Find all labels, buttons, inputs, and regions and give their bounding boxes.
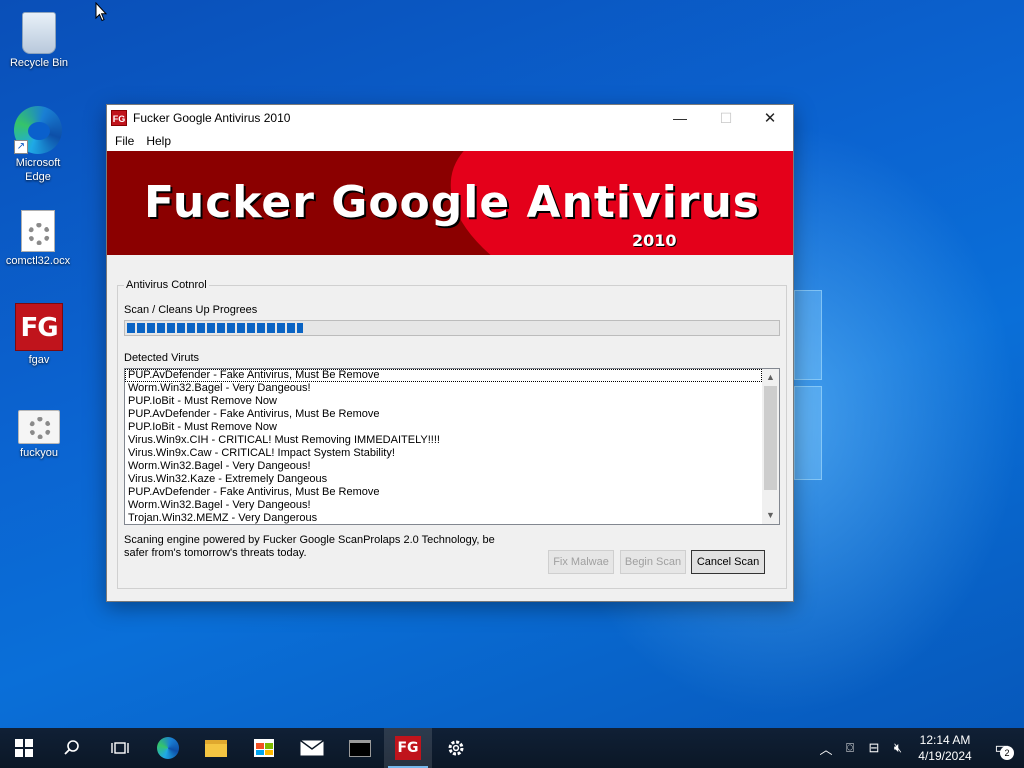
wallpaper-logo-pane [794, 386, 822, 480]
taskbar-terminal[interactable] [336, 728, 384, 768]
list-item[interactable]: PUP.AvDefender - Fake Antivirus, Must Be… [125, 369, 762, 382]
file-explorer-icon [205, 739, 227, 757]
desktop-icon-comctl32[interactable]: comctl32.ocx [0, 206, 76, 268]
fg-app-icon: FG [395, 736, 421, 760]
taskbar: FG ︿ ⌼ ⊟ 🔇︎ 12:14 AM 4/19/2024 ▭ 2 [0, 728, 1024, 768]
search-icon [64, 740, 79, 755]
fix-malware-button[interactable]: Fix Malwae [548, 550, 614, 574]
list-item[interactable]: Worm.Win32.Bagel - Very Dangeous! [125, 382, 762, 395]
taskbar-edge[interactable] [144, 728, 192, 768]
notification-count-badge: 2 [1000, 746, 1014, 760]
menu-file[interactable]: File [109, 134, 140, 148]
network-icon[interactable]: ⊟ [862, 740, 886, 756]
begin-scan-button[interactable]: Begin Scan [620, 550, 686, 574]
desktop-icon-fuckyou[interactable]: fuckyou [1, 400, 77, 460]
list-item[interactable]: Virus.Win32.Kaze - Extremely Dangeous [125, 473, 762, 486]
mouse-cursor-icon [95, 2, 107, 22]
antivirus-control-group: Antivirus Cotnrol Scan / Cleans Up Progr… [117, 279, 787, 589]
window-title: Fucker Google Antivirus 2010 [133, 111, 291, 125]
virus-list-items: PUP.AvDefender - Fake Antivirus, Must Be… [125, 369, 762, 524]
banner-year: 2010 [632, 231, 677, 250]
desktop-icon-recycle-bin[interactable]: Recycle Bin [1, 8, 77, 70]
start-button[interactable] [0, 728, 48, 768]
edge-icon [157, 737, 179, 759]
windows-logo-icon [15, 739, 33, 757]
scroll-up-icon[interactable]: ▲ [762, 369, 779, 386]
minimize-button[interactable]: — [657, 105, 703, 131]
recycle-bin-icon [22, 12, 56, 54]
list-item[interactable]: Trojan.Win32.MEMZ - Very Dangerous [125, 512, 762, 524]
scrollbar-thumb[interactable] [764, 386, 777, 490]
list-item[interactable]: Worm.Win32.Bagel - Very Dangeous! [125, 460, 762, 473]
taskbar-file-explorer[interactable] [192, 728, 240, 768]
taskbar-fgav[interactable]: FG [384, 728, 432, 768]
notification-center-button[interactable]: ▭ 2 [980, 738, 1024, 760]
menu-help[interactable]: Help [140, 134, 177, 148]
detected-label: Detected Viruts [124, 352, 200, 364]
list-item[interactable]: Worm.Win32.Bagel - Very Dangeous! [125, 499, 762, 512]
task-view-button[interactable] [96, 728, 144, 768]
taskbar-store[interactable] [240, 728, 288, 768]
desktop-icon-label: fuckyou [20, 447, 58, 459]
task-view-icon [111, 742, 129, 754]
list-item[interactable]: Virus.Win9x.Caw - CRITICAL! Impact Syste… [125, 447, 762, 460]
list-item[interactable]: PUP.IoBit - Must Remove Now [125, 421, 762, 434]
list-item[interactable]: PUP.AvDefender - Fake Antivirus, Must Be… [125, 408, 762, 421]
antivirus-window[interactable]: FG Fucker Google Antivirus 2010 — ☐ ✕ Fi… [106, 104, 794, 602]
fg-app-icon: FG [15, 303, 63, 351]
scan-progress-bar [124, 320, 780, 336]
menu-bar: File Help [107, 131, 793, 151]
clock-time: 12:14 AM [919, 733, 971, 747]
show-hidden-icons-chevron-icon[interactable]: ︿ [814, 739, 838, 758]
list-item[interactable]: Virus.Win9x.CIH - CRITICAL! Must Removin… [125, 434, 762, 447]
edge-icon: ↗ [14, 106, 62, 154]
engine-description: Scaning engine powered by Fucker Google … [124, 534, 495, 559]
mail-icon [300, 740, 324, 756]
scroll-down-icon[interactable]: ▼ [762, 507, 779, 524]
desktop-icon-label: Microsoft Edge [15, 157, 61, 183]
scan-progress-fill [127, 323, 303, 333]
system-tray: ︿ ⌼ ⊟ 🔇︎ 12:14 AM 4/19/2024 ▭ 2 [814, 728, 1024, 768]
meet-now-icon[interactable]: ⌼ [838, 740, 862, 756]
settings-file-icon [18, 410, 60, 444]
list-item[interactable]: PUP.IoBit - Must Remove Now [125, 395, 762, 408]
group-title: Antivirus Cotnrol [124, 279, 209, 291]
banner-product-name: Fucker Google Antivirus [144, 177, 760, 228]
cancel-scan-button[interactable]: Cancel Scan [691, 550, 765, 574]
desktop-icon-edge[interactable]: ↗ Microsoft Edge [0, 106, 76, 184]
clock-date: 4/19/2024 [918, 749, 972, 763]
terminal-icon [349, 739, 371, 757]
settings-icon [448, 740, 464, 756]
desktop-icon-label: comctl32.ocx [5, 255, 71, 267]
list-scrollbar[interactable]: ▲ ▼ [762, 369, 779, 524]
shortcut-arrow-icon: ↗ [14, 140, 28, 154]
volume-muted-icon[interactable]: 🔇︎ [886, 740, 910, 756]
taskbar-mail[interactable] [288, 728, 336, 768]
detected-virus-list[interactable]: PUP.AvDefender - Fake Antivirus, Must Be… [124, 368, 780, 525]
clock[interactable]: 12:14 AM 4/19/2024 [910, 732, 980, 764]
list-item[interactable]: PUP.AvDefender - Fake Antivirus, Must Be… [125, 486, 762, 499]
desktop-icon-fgav[interactable]: FG fgav [1, 303, 77, 367]
desktop-icon-label: fgav [28, 354, 50, 366]
store-icon [254, 739, 274, 757]
settings-file-icon [21, 210, 55, 252]
search-button[interactable] [48, 728, 96, 768]
taskbar-settings[interactable] [432, 728, 480, 768]
maximize-button[interactable]: ☐ [703, 105, 749, 131]
wallpaper-logo-pane [794, 290, 822, 380]
desktop-icon-label: Recycle Bin [9, 57, 69, 69]
progress-label: Scan / Cleans Up Progrees [124, 304, 258, 316]
close-button[interactable]: ✕ [747, 105, 793, 131]
product-banner: Fucker Google Antivirus 2010 [107, 151, 793, 255]
title-bar[interactable]: FG Fucker Google Antivirus 2010 — ☐ ✕ [107, 105, 793, 131]
fg-app-icon: FG [111, 110, 127, 126]
